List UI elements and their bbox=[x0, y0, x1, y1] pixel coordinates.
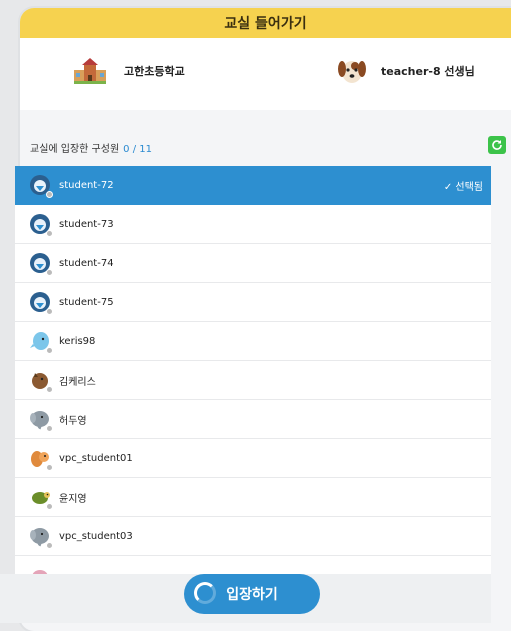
student-avatar-icon bbox=[29, 174, 53, 198]
elephant-avatar-icon bbox=[29, 525, 53, 549]
list-item[interactable]: vpc_student01 bbox=[15, 439, 491, 478]
teacher-info: teacher-8 선생님 bbox=[337, 56, 475, 86]
student-avatar-icon bbox=[29, 291, 53, 315]
avatar-icon bbox=[29, 564, 51, 574]
page-title: 교실 들어가기 bbox=[224, 16, 307, 32]
list-item[interactable]: 김케리스 bbox=[15, 361, 491, 400]
turtle-avatar-icon bbox=[29, 486, 53, 510]
member-name: 윤지영 bbox=[59, 493, 87, 505]
teacher-name: teacher-8 선생님 bbox=[381, 65, 475, 78]
enter-button[interactable]: 입장하기 bbox=[184, 574, 320, 614]
elephant-avatar-icon bbox=[29, 408, 53, 432]
student-avatar-icon bbox=[29, 252, 53, 276]
member-name: keris98 bbox=[59, 335, 96, 347]
refresh-button[interactable] bbox=[488, 136, 506, 154]
enter-button-label: 입장하기 bbox=[226, 586, 278, 602]
member-name: 허두영 bbox=[59, 415, 87, 427]
list-item-partial bbox=[15, 556, 491, 574]
list-item[interactable]: keris98 bbox=[15, 322, 491, 361]
horse-avatar-icon bbox=[29, 369, 53, 393]
list-item[interactable]: 허두영 bbox=[15, 400, 491, 439]
members-header: 교실에 입장한 구성원 0 / 11 bbox=[20, 132, 511, 160]
list-item[interactable]: student-73 bbox=[15, 205, 491, 244]
list-item[interactable]: student-75 bbox=[15, 283, 491, 322]
member-name: 김케리스 bbox=[59, 376, 96, 388]
student-avatar-icon bbox=[29, 213, 53, 237]
member-name: student-74 bbox=[59, 257, 114, 269]
member-name: student-72 bbox=[59, 179, 114, 191]
selected-badge: ✓ 선택됨 bbox=[443, 181, 483, 193]
class-info: 고한초등학교 teacher-8 선생님 bbox=[20, 38, 511, 110]
member-name: student-75 bbox=[59, 296, 114, 308]
members-label-wrap: 교실에 입장한 구성원 0 / 11 bbox=[30, 140, 152, 155]
members-label: 교실에 입장한 구성원 bbox=[30, 144, 120, 155]
member-name: vpc_student01 bbox=[59, 452, 133, 464]
member-name: student-73 bbox=[59, 218, 114, 230]
school-name: 고한초등학교 bbox=[124, 65, 185, 78]
dog-avatar-icon bbox=[338, 61, 366, 83]
school-building-icon bbox=[74, 58, 106, 84]
list-item[interactable]: student-74 bbox=[15, 244, 491, 283]
member-list[interactable]: student-72 ✓ 선택됨 student-73 student-74 s… bbox=[15, 166, 491, 574]
dolphin-avatar-icon bbox=[29, 330, 53, 354]
list-item[interactable]: student-72 ✓ 선택됨 bbox=[15, 166, 491, 205]
list-item[interactable]: 윤지영 bbox=[15, 478, 491, 517]
header-bar: 교실 들어가기 bbox=[20, 8, 511, 38]
squirrel-avatar-icon bbox=[29, 447, 53, 471]
member-name: vpc_student03 bbox=[59, 530, 133, 542]
loading-spinner-icon bbox=[194, 582, 216, 604]
list-item[interactable]: vpc_student03 bbox=[15, 517, 491, 556]
refresh-icon bbox=[492, 140, 502, 150]
school-info: 고한초등학교 bbox=[74, 58, 185, 84]
members-count: 0 / 11 bbox=[123, 144, 152, 155]
